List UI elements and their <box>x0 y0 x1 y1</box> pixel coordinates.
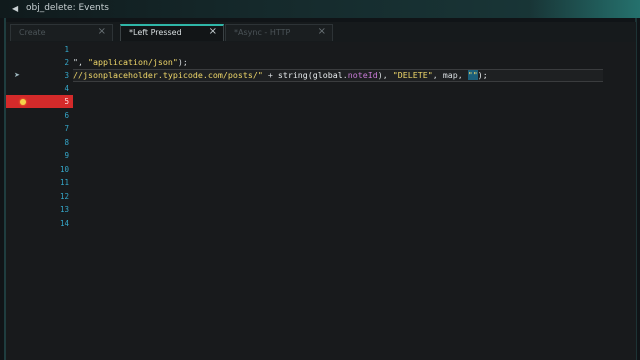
gutter-line-4[interactable]: 4 <box>6 82 73 95</box>
code-token-global: global <box>312 70 343 80</box>
window-title: obj_delete: Events <box>26 3 109 13</box>
collapse-arrow-icon[interactable]: ◀ <box>12 4 18 13</box>
tab-left-pressed[interactable]: *Left Pressed × <box>120 24 224 41</box>
code-token-function: string( <box>277 70 313 80</box>
line-number: 14 <box>59 219 69 228</box>
code-token: ), <box>377 70 393 80</box>
current-line-arrow-icon: ➤ <box>14 71 20 79</box>
title-bar[interactable]: ◀ obj_delete: Events <box>0 0 640 18</box>
code-token-variable: noteId <box>347 70 378 80</box>
code-text-area[interactable]: ", "application/json"); //jsonplaceholde… <box>73 42 636 360</box>
code-line-3-current[interactable]: //jsonplaceholder.typicode.com/posts/" +… <box>73 69 603 82</box>
gutter-line-9[interactable]: 9 <box>6 149 73 162</box>
gutter-line-7[interactable]: 7 <box>6 122 73 135</box>
code-token: , map, <box>432 70 468 80</box>
line-number: 12 <box>59 192 69 201</box>
gutter-line-12[interactable]: 12 <box>6 190 73 203</box>
gutter-line-11[interactable]: 11 <box>6 176 73 189</box>
line-number: 6 <box>64 111 69 120</box>
gutter-line-5-breakpoint[interactable]: 5 <box>6 95 73 108</box>
title-bar-accent <box>530 0 640 18</box>
code-token-string: "application/json" <box>88 57 178 67</box>
code-token-string: //jsonplaceholder.typicode.com/posts/" <box>73 70 263 80</box>
code-token: ); <box>477 70 488 80</box>
code-token: + <box>262 70 278 80</box>
gutter-line-6[interactable]: 6 <box>6 109 73 122</box>
line-number: 9 <box>64 151 69 160</box>
gutter-line-2[interactable]: 2 <box>6 56 73 69</box>
tab-label: Create <box>19 28 46 37</box>
code-editor[interactable]: 1 2 ➤ 3 4 5 6 7 8 9 10 11 12 13 14 ", "a… <box>6 42 636 360</box>
gutter-line-3[interactable]: ➤ 3 <box>6 69 73 82</box>
tab-label: *Async - HTTP <box>234 28 291 37</box>
tab-async-http[interactable]: *Async - HTTP × <box>225 24 333 41</box>
code-token: ", <box>73 57 88 67</box>
line-number: 13 <box>59 205 69 214</box>
line-number: 1 <box>64 45 69 54</box>
line-number: 5 <box>64 97 69 106</box>
line-number: 10 <box>59 165 69 174</box>
line-number: 2 <box>64 58 69 67</box>
line-gutter[interactable]: 1 2 ➤ 3 4 5 6 7 8 9 10 11 12 13 14 <box>6 42 73 360</box>
tab-bar: Create × *Left Pressed × *Async - HTTP × <box>6 22 636 43</box>
gutter-line-10[interactable]: 10 <box>6 163 73 176</box>
tab-create[interactable]: Create × <box>10 24 113 41</box>
line-number: 7 <box>64 124 69 133</box>
gutter-line-14[interactable]: 14 <box>6 217 73 230</box>
close-icon[interactable]: × <box>209 26 217 37</box>
line-number: 11 <box>59 178 69 187</box>
line-number: 4 <box>64 84 69 93</box>
code-token: ); <box>177 57 188 67</box>
breakpoint-icon[interactable] <box>20 99 26 105</box>
tab-label: *Left Pressed <box>129 28 182 37</box>
gutter-line-13[interactable]: 13 <box>6 203 73 216</box>
text-cursor-selection: "" <box>467 70 478 80</box>
gutter-line-1[interactable]: 1 <box>6 43 73 56</box>
line-number: 8 <box>64 138 69 147</box>
gutter-line-8[interactable]: 8 <box>6 136 73 149</box>
ide-window: ◀ obj_delete: Events Create × *Left Pres… <box>0 0 640 360</box>
code-line-2[interactable]: ", "application/json"); <box>73 56 188 69</box>
close-icon[interactable]: × <box>318 26 326 37</box>
line-number: 3 <box>64 71 69 80</box>
code-token-string: "DELETE" <box>392 70 433 80</box>
close-icon[interactable]: × <box>98 26 106 37</box>
